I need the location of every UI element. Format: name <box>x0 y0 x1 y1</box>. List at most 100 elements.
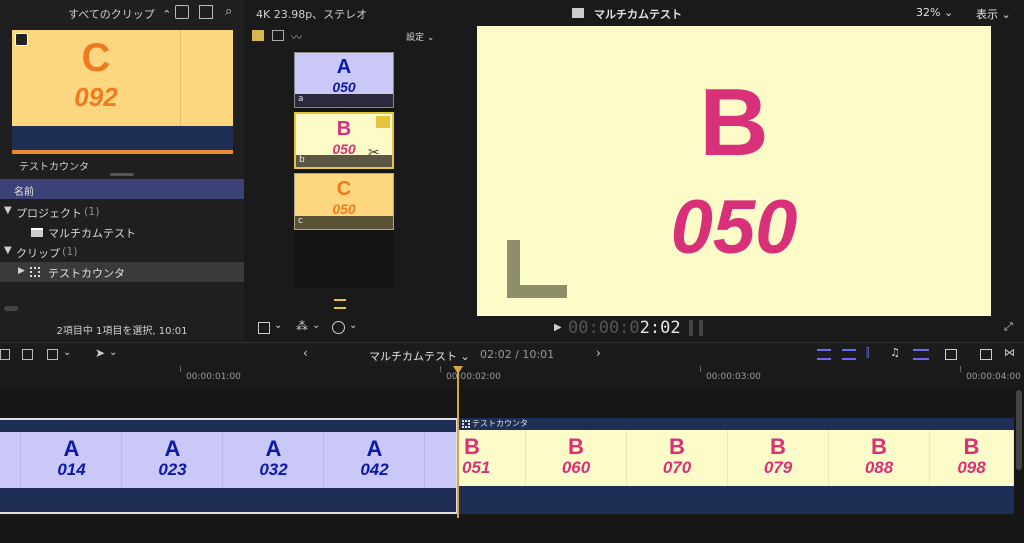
multicam-grid-icon <box>462 420 470 428</box>
ruler-label: 00:00:04:00 <box>966 372 1021 382</box>
filmstrip-cell: B 079 <box>728 430 829 486</box>
resize-handle[interactable] <box>110 173 134 176</box>
angle-b-active[interactable]: B 050 ✂ b <box>294 112 394 169</box>
append-icon[interactable] <box>0 349 10 360</box>
angle-label-bar: b <box>296 155 392 167</box>
audio-skimming-icon[interactable]: ⫿ <box>866 346 870 360</box>
select-tool-icon[interactable]: ➤ <box>95 346 105 360</box>
transitions-browser-icon[interactable]: ⋈ <box>1004 346 1015 359</box>
project-group-row[interactable]: ▼ プロジェクト (1) <box>0 202 244 222</box>
timeline-project-menu[interactable]: マルチカムテスト ⌄ <box>369 348 470 364</box>
skimming-icon[interactable] <box>842 349 856 360</box>
timecode-dim: 00:00:0 <box>568 318 640 338</box>
insert-icon[interactable] <box>22 349 33 360</box>
cell-letter: B <box>871 434 887 459</box>
history-back-icon[interactable]: ‹ <box>303 346 308 360</box>
clip-group-row[interactable]: ▼ クリップ (1) <box>0 242 244 262</box>
magic-wand-icon[interactable]: ⁂ <box>296 319 308 333</box>
angle-video-audio-icon[interactable] <box>252 30 264 41</box>
clip-title: テストカウンタ <box>472 419 528 428</box>
angle-label-bar: a <box>295 94 393 107</box>
timeline-vertical-scrollbar[interactable] <box>1016 390 1022 470</box>
speed-icon[interactable] <box>332 321 345 334</box>
overwrite-icon[interactable] <box>47 349 58 360</box>
filmstrip-cell-partial <box>0 432 21 488</box>
timecode-display[interactable]: 00:00:02:02 <box>568 318 681 338</box>
cell-letter: B <box>669 434 685 459</box>
cell-number: 042 <box>360 460 389 479</box>
transform-chevron-icon[interactable]: ⌄ <box>274 320 282 331</box>
disclosure-right-icon[interactable]: ▶ <box>18 266 25 276</box>
name-column-header[interactable]: 名前 <box>0 179 244 199</box>
angle-audio-icon[interactable]: 〰 <box>291 29 302 45</box>
filmstrip-toggle-icon[interactable] <box>175 5 189 19</box>
cell-letter: A <box>366 436 383 461</box>
solo-headphones-icon[interactable]: ♫ <box>890 346 900 359</box>
timeline-clip-left[interactable]: A 014 A 023 A 032 A 042 <box>0 418 458 514</box>
angle-number: 050 <box>332 79 356 95</box>
clip-appearance-icon[interactable] <box>945 349 957 360</box>
cell-number: 032 <box>259 460 288 479</box>
filmstrip-cell: B 070 <box>627 430 728 486</box>
angle-video-icon[interactable] <box>272 30 284 41</box>
filmstrip-cell: A 042 <box>325 432 425 488</box>
cell-letter: A <box>164 436 181 461</box>
ruler-label: 00:00:01:00 <box>186 372 241 382</box>
project-item-row[interactable]: マルチカムテスト <box>0 222 244 242</box>
filmstrip-cell: B 088 <box>829 430 930 486</box>
horizontal-scrollbar[interactable] <box>4 306 18 311</box>
angle-number: 050 <box>332 201 356 217</box>
browser-panel: すべてのクリップ ⌃ ⌕ C 092 テストカウンタ 名前 ▼ プロジェクト (… <box>0 0 244 340</box>
thumb-audio-band <box>12 126 233 150</box>
all-clips-label: すべてのクリップ <box>68 8 155 21</box>
viewer-project-title: マルチカムテスト <box>594 8 682 21</box>
filmstrip-cell: B 098 <box>930 430 1014 486</box>
video-only-icon[interactable] <box>817 349 831 360</box>
clip-item-row[interactable]: ▶ テストカウンタ <box>0 262 244 282</box>
updown-chevron-icon: ⌃ <box>162 8 172 21</box>
history-forward-icon[interactable]: › <box>596 346 601 360</box>
ruler-tick <box>440 366 441 372</box>
wand-chevron-icon[interactable]: ⌄ <box>312 320 320 331</box>
zoom-value: 32% <box>916 6 941 19</box>
play-icon[interactable]: ▶ <box>554 322 562 333</box>
search-icon[interactable]: ⌕ <box>225 4 232 19</box>
angle-a[interactable]: A 050 a <box>294 52 394 108</box>
fullscreen-icon[interactable]: ⤢ <box>1004 320 1013 334</box>
disclosure-triangle-icon[interactable]: ▼ <box>4 245 12 256</box>
timecode-bright: 2:02 <box>639 318 681 338</box>
viewer-canvas[interactable]: B 050 <box>477 26 991 316</box>
speed-chevron-icon[interactable]: ⌄ <box>349 320 357 331</box>
all-clips-dropdown[interactable]: すべてのクリップ ⌃ <box>68 6 172 22</box>
view-menu[interactable]: 表示 ⌄ <box>976 6 1011 22</box>
thumb-divider <box>180 30 181 126</box>
playhead[interactable] <box>457 368 459 518</box>
snapping-icon[interactable] <box>913 349 929 360</box>
timeline-project-title: マルチカムテスト <box>369 350 457 363</box>
filmstrip-cell: B 051 <box>458 430 526 486</box>
selected-clip-thumbnail[interactable]: C 092 <box>12 30 233 154</box>
project-group-count: (1) <box>84 205 100 218</box>
timeline-clip-right[interactable]: テストカウンタ B 051 B 060 B 070 B 079 B 088 B … <box>458 418 1014 514</box>
disclosure-triangle-icon[interactable]: ▼ <box>4 205 12 216</box>
angle-settings-menu[interactable]: 設定 ⌄ <box>406 30 434 43</box>
cell-number: 079 <box>763 458 793 477</box>
transform-icon[interactable] <box>258 322 270 334</box>
angle-bank-icon[interactable] <box>334 299 346 309</box>
ruler-label: 00:00:02:00 <box>446 372 501 382</box>
viewer-controls: ⌄ ⁂ ⌄ ⌄ ▶ 00:00:02:02 ⤢ <box>246 316 1024 342</box>
timeline-ruler[interactable]: 00:00:01:00 00:00:02:00 00:00:03:00 00:0… <box>0 366 1024 388</box>
audio-meter-icon <box>689 320 703 336</box>
clip-group-label: クリップ <box>16 247 60 260</box>
thumb-bottom-line <box>12 150 233 154</box>
l-mark-shape <box>507 240 567 298</box>
film-icon[interactable] <box>199 5 213 19</box>
zoom-menu[interactable]: 32% ⌄ <box>916 6 953 19</box>
angle-c[interactable]: C 050 c <box>294 173 394 230</box>
tool-chevron-icon[interactable]: ⌄ <box>109 347 117 358</box>
ruler-tick <box>700 366 701 372</box>
filmstrip-cell: A 032 <box>224 432 324 488</box>
effects-browser-icon[interactable] <box>980 349 992 360</box>
cell-letter: A <box>265 436 282 461</box>
edit-chevron-icon[interactable]: ⌄ <box>63 347 71 358</box>
